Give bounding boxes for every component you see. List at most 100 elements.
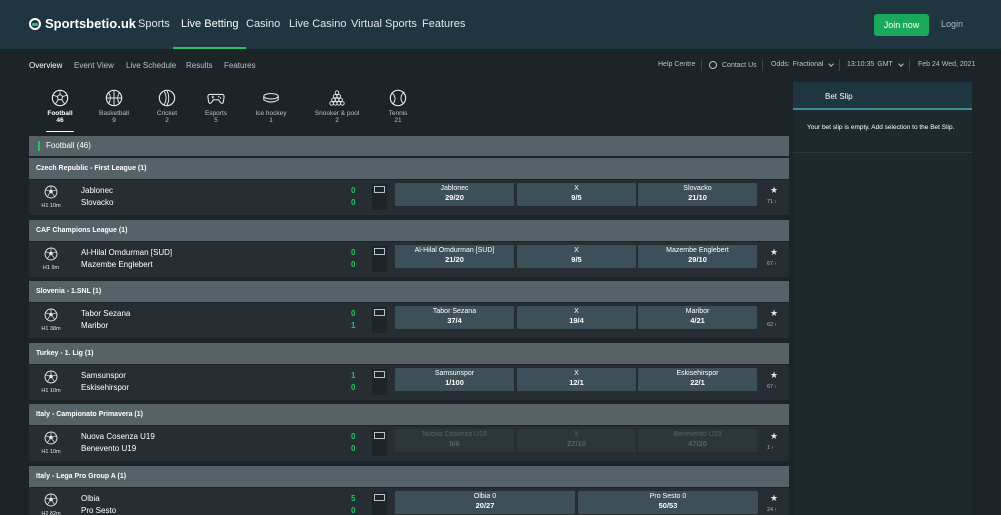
more-markets-link[interactable]: 24 › [767,507,777,513]
match-row[interactable]: H1 10m Jablonec Slovacko 0 0 Jablonec 29/20 X 9/… [29,180,789,215]
odds-button[interactable]: Olbia 0 20/27 [395,491,575,514]
odds-button[interactable]: Samsunspor 1/100 [395,368,514,391]
stats-button[interactable] [372,492,387,515]
bet-slip-title: Bet Slip [825,92,853,101]
sport-label: Tennis [388,110,408,117]
subnav-features[interactable]: Features [224,61,256,70]
stats-button[interactable] [372,430,387,456]
stats-button[interactable] [372,184,387,210]
match-row[interactable]: H1 9m Al-Hilal Omdurman [SUD] Mazembe Engl… [29,242,789,277]
odds-button[interactable]: X 9/5 [517,183,636,206]
odds-button[interactable]: Maribor 4/21 [638,306,757,329]
more-markets-link[interactable]: 71 › [767,199,777,205]
match-row[interactable]: H2 82m Olbia Pro Sesto 5 0 Olbia 0 20/27 Pro Se… [29,488,789,515]
sport-filter-cricket[interactable]: Cricket 2 [143,89,191,124]
join-now-button[interactable]: Join now [874,14,929,36]
subnav-results[interactable]: Results [186,61,213,70]
odds-selection: X [574,247,579,254]
brand-logo[interactable]: Sportsbetio.uk [29,16,136,31]
league-header[interactable]: Italy - Campionato Primavera (1) [29,404,789,425]
odds-format-select[interactable]: Odds: Fractional [771,60,835,68]
odds-selection: Mazembe Englebert [666,247,729,254]
home-team: Al-Hilal Omdurman [SUD] [81,248,173,257]
league-header[interactable]: Czech Republic - First League (1) [29,158,789,179]
sport-filter-snooker-pool[interactable]: Snooker & pool 2 [313,89,361,124]
away-score: 0 [351,444,356,453]
more-markets-link[interactable]: 62 › [767,322,777,328]
sport-filter-football[interactable]: Football 46 [36,89,84,132]
markets-count: 67 [767,384,774,390]
subnav-overview[interactable]: Overview [29,61,62,70]
league-header[interactable]: Italy - Lega Pro Group A (1) [29,466,789,487]
star-icon[interactable]: ★ [770,431,778,442]
nav-item-sports[interactable]: Sports [138,0,170,49]
help-centre-link[interactable]: Help Centre [658,61,695,68]
home-team: Nuova Cosenza U19 [81,432,155,441]
odds-price: 9/5 [571,255,582,264]
login-link[interactable]: Login [941,19,963,29]
odds-selection: X [574,431,579,438]
odds-selection: Tabor Sezana [432,308,477,315]
subnav-event-view[interactable]: Event View [74,61,114,70]
home-team: Jablonec [81,186,114,195]
nav-item-virtual-sports[interactable]: Virtual Sports [351,0,417,49]
home-score: 0 [351,309,356,318]
sport-filter-esports[interactable]: Esports 5 [192,89,240,124]
sport-count: 2 [165,117,169,124]
match-row[interactable]: H1 10m Samsunspor Eskisehirspor 1 0 Samsunspo… [29,365,789,400]
match-row[interactable]: H1 10m Nuova Cosenza U19 Benevento U19 0 0 Nu… [29,426,789,461]
stats-icon [374,432,385,439]
stats-button[interactable] [372,246,387,272]
bet-slip-header[interactable]: Bet Slip [793,82,972,110]
subnav-live-schedule[interactable]: Live Schedule [126,61,176,70]
odds-button[interactable]: Al-Hilal Omdurman [SUD] 21/20 [395,245,514,268]
away-team: Eskisehirspor [81,383,130,392]
sport-list-header[interactable]: Football (46) [29,136,789,156]
odds-button[interactable]: Eskisehirspor 22/1 [638,368,757,391]
odds-button[interactable]: Jablonec 29/20 [395,183,514,206]
logo-icon [29,17,41,30]
star-icon[interactable]: ★ [770,247,778,258]
football-icon [44,370,58,384]
stats-button[interactable] [372,307,387,333]
odds-button[interactable]: Mazembe Englebert 29/10 [638,245,757,268]
league-header[interactable]: CAF Champions League (1) [29,220,789,241]
nav-item-live-betting[interactable]: Live Betting [172,0,248,49]
nav-item-casino[interactable]: Casino [246,0,280,49]
sport-filter-ice-hockey[interactable]: Ice hockey 1 [247,89,295,124]
odds-button[interactable]: Slovacko 21/10 [638,183,757,206]
star-icon[interactable]: ★ [770,308,778,319]
sport-filter-tennis[interactable]: Tennis 21 [374,89,422,124]
odds-button[interactable]: X 19/4 [517,306,636,329]
stats-button[interactable] [372,369,387,395]
match-clock: H1 10m [41,388,61,394]
league-header[interactable]: Slovenia - 1.SNL (1) [29,281,789,302]
nav-item-features[interactable]: Features [422,0,465,49]
odds-selection: Al-Hilal Omdurman [SUD] [414,247,495,254]
odds-button[interactable]: Pro Sesto 0 50/53 [578,491,758,514]
star-icon[interactable]: ★ [770,370,778,381]
away-score: 0 [351,383,356,392]
league-header[interactable]: Turkey - 1. Lig (1) [29,343,789,364]
contact-us-link[interactable]: Contact Us [709,61,757,69]
nav-item-live-casino[interactable]: Live Casino [289,0,346,49]
sport-filter-basketball[interactable]: Basketball 9 [90,89,138,124]
odds-value: Fractional [792,61,824,68]
sub-navigation: Overview Event View Live Schedule Result… [0,49,1001,82]
odds-price: 29/20 [445,193,464,202]
match-row[interactable]: H1 38m Tabor Sezana Maribor 0 1 Tabor Sezana 3… [29,303,789,338]
away-team: Maribor [81,321,109,330]
odds-button[interactable]: Tabor Sezana 37/4 [395,306,514,329]
divider [793,152,972,153]
odds-button[interactable]: X 12/1 [517,368,636,391]
star-icon[interactable]: ★ [770,493,778,504]
timezone-select[interactable]: 13:10:35 GMT [847,60,904,68]
odds-button[interactable]: X 9/5 [517,245,636,268]
away-team: Mazembe Englebert [81,260,153,269]
gamepad-icon [207,93,225,104]
more-markets-link[interactable]: 67 › [767,261,777,267]
star-icon[interactable]: ★ [770,185,778,196]
bet-slip-empty-message: Your bet slip is empty. Add selection to… [807,124,955,131]
more-markets-link[interactable]: 1 › [767,445,773,451]
more-markets-link[interactable]: 67 › [767,384,777,390]
